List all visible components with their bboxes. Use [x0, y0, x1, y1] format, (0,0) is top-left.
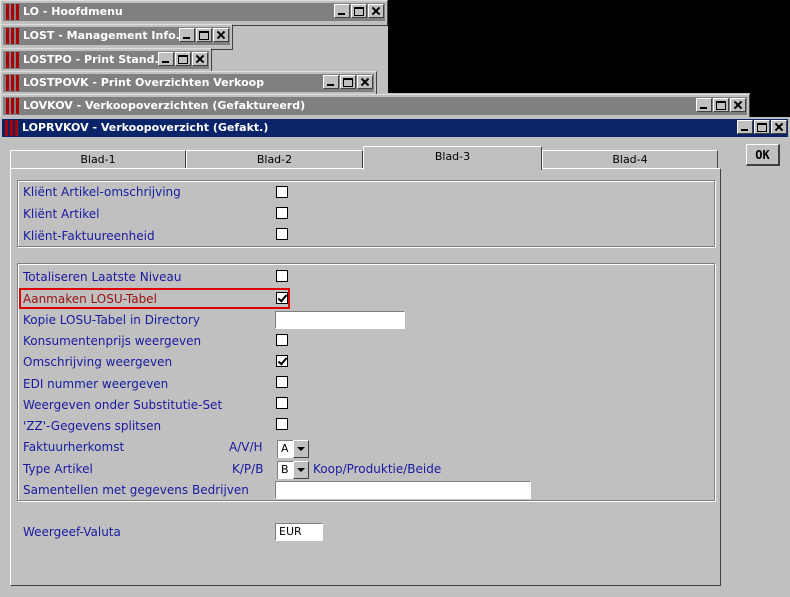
window-title: LOPRVKOV - Verkoopoverzicht (Gefakt.) [22, 121, 269, 134]
maximize-button[interactable] [175, 52, 191, 66]
window-hoofdmenu[interactable]: LO - Hoofdmenu [0, 0, 388, 26]
titlebar[interactable]: LOPRVKOV - Verkoopoverzicht (Gefakt.) [2, 119, 788, 137]
tab-blad-3[interactable]: Blad-3 [363, 146, 542, 170]
label-type-artikel: Type Artikel [23, 462, 93, 476]
hint-type-artikel: K/P/B [232, 462, 264, 476]
input-samentellen[interactable] [275, 481, 531, 499]
tab-blad-1[interactable]: Blad-1 [10, 150, 186, 168]
minimize-button[interactable] [737, 120, 753, 134]
system-menu-icon[interactable] [5, 52, 19, 68]
tab-blad-4[interactable]: Blad-4 [542, 150, 718, 168]
label-samentellen: Samentellen met gegevens Bedrijven [23, 483, 249, 497]
checkbox-zz-gegevens[interactable] [276, 418, 288, 430]
select-value: B [277, 461, 293, 479]
label-konsumentenprijs: Konsumentenprijs weergeven [23, 334, 202, 348]
checkbox-klient-artikel-omschrijving[interactable] [276, 186, 288, 198]
checkbox-substitutie-set[interactable] [276, 397, 288, 409]
maximize-button[interactable] [713, 98, 729, 112]
titlebar[interactable]: LOST - Management Info... [3, 27, 230, 45]
close-button[interactable] [213, 28, 229, 42]
close-button[interactable] [771, 120, 787, 134]
titlebar[interactable]: LOSTPOVK - Print Overzichten Verkoop [3, 74, 374, 92]
window-title: LO - Hoofdmenu [23, 5, 123, 18]
select-value: A [277, 440, 293, 458]
close-button[interactable] [192, 52, 208, 66]
window-title: LOST - Management Info... [23, 29, 189, 42]
label-omschrijving: Omschrijving weergeven [23, 355, 173, 369]
window-title: LOSTPO - Print Stand... [23, 53, 168, 66]
checkbox-omschrijving[interactable] [276, 355, 288, 367]
maximize-button[interactable] [754, 120, 770, 134]
minimize-button[interactable] [158, 52, 174, 66]
desc-type-artikel: Koop/Produktie/Beide [313, 462, 442, 476]
checkbox-aanmaken-losu-tabel[interactable] [276, 292, 288, 304]
label-klient-faktuureenheid: Kliënt-Faktuureenheid [23, 229, 155, 243]
titlebar[interactable]: LOSTPO - Print Stand... [3, 51, 209, 69]
label-aanmaken-losu-tabel: Aanmaken LOSU-Tabel [23, 292, 157, 306]
close-button[interactable] [357, 75, 373, 89]
minimize-button[interactable] [334, 4, 350, 18]
minimize-button[interactable] [696, 98, 712, 112]
system-menu-icon[interactable] [5, 4, 19, 20]
input-weergeef-valuta[interactable]: EUR [275, 523, 323, 541]
window-title: LOVKOV - Verkoopoverzichten (Gefaktureer… [23, 99, 306, 112]
system-menu-icon[interactable] [5, 98, 19, 114]
hint-faktuurherkomst: A/V/H [229, 440, 263, 454]
checkbox-totaliseren[interactable] [276, 270, 288, 282]
system-menu-icon[interactable] [4, 120, 18, 136]
chevron-down-icon[interactable] [293, 440, 309, 458]
label-edi-nummer: EDI nummer weergeven [23, 377, 169, 391]
minimize-button[interactable] [179, 28, 195, 42]
checkbox-edi-nummer[interactable] [276, 376, 288, 388]
maximize-button[interactable] [340, 75, 356, 89]
checkbox-klient-artikel[interactable] [276, 207, 288, 219]
input-kopie-directory[interactable] [275, 311, 405, 329]
system-menu-icon[interactable] [5, 28, 19, 44]
label-zz-gegevens: 'ZZ'-Gegevens splitsen [23, 419, 162, 433]
close-button[interactable] [730, 98, 746, 112]
system-menu-icon[interactable] [5, 75, 19, 91]
label-weergeef-valuta: Weergeef-Valuta [23, 525, 121, 539]
ok-button[interactable]: OK [746, 144, 780, 166]
label-substitutie-set: Weergeven onder Substitutie-Set [23, 398, 223, 412]
maximize-button[interactable] [196, 28, 212, 42]
label-klient-artikel: Kliënt Artikel [23, 207, 100, 221]
maximize-button[interactable] [351, 4, 367, 18]
label-klient-artikel-omschrijving: Kliënt Artikel-omschrijving [23, 185, 181, 199]
titlebar[interactable]: LO - Hoofdmenu [3, 3, 385, 21]
checkbox-konsumentenprijs[interactable] [276, 334, 288, 346]
checkbox-klient-faktuureenheid[interactable] [276, 228, 288, 240]
titlebar[interactable]: LOVKOV - Verkoopoverzichten (Gefaktureer… [3, 97, 747, 115]
label-totaliseren: Totaliseren Laatste Niveau [23, 270, 182, 284]
tab-strip: Blad-1 Blad-2 Blad-3 Blad-4 [10, 146, 718, 170]
close-button[interactable] [368, 4, 384, 18]
tab-blad-2[interactable]: Blad-2 [186, 150, 363, 168]
minimize-button[interactable] [323, 75, 339, 89]
label-kopie-losu-tabel: Kopie LOSU-Tabel in Directory [23, 313, 200, 327]
chevron-down-icon[interactable] [293, 461, 309, 479]
window-title: LOSTPOVK - Print Overzichten Verkoop [23, 76, 265, 89]
label-faktuurherkomst: Faktuurherkomst [23, 440, 125, 454]
window-lost[interactable]: LOST - Management Info... [0, 24, 233, 50]
